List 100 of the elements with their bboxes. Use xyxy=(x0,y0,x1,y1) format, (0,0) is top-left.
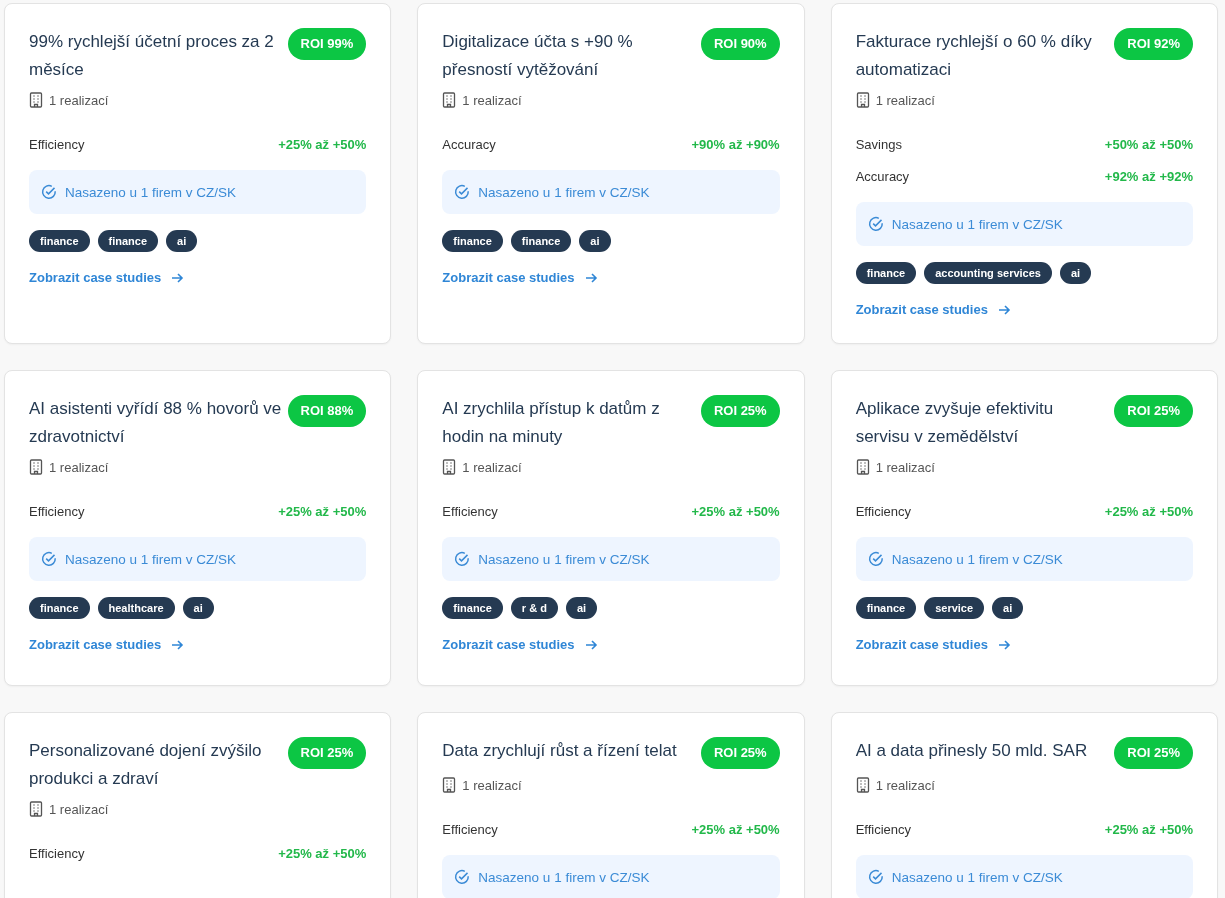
tag: finance xyxy=(442,597,503,619)
roi-badge: ROI 90% xyxy=(700,28,780,60)
card-title: Data zrychlují růst a řízení telat xyxy=(442,740,677,762)
case-studies-link[interactable]: Zobrazit case studies xyxy=(29,637,185,652)
building-icon xyxy=(855,92,870,108)
building-icon xyxy=(442,777,457,793)
metric-value: +25% až +50% xyxy=(278,136,367,154)
roi-badge: ROI 25% xyxy=(287,737,367,769)
arrow-right-icon xyxy=(584,638,598,651)
deployment-text: Nasazeno u 1 firem v CZ/SK xyxy=(478,551,650,567)
implementation-count: 1 realizací xyxy=(875,777,935,793)
check-circle-icon xyxy=(867,869,884,885)
arrow-right-icon xyxy=(584,271,598,284)
implementation-count: 1 realizací xyxy=(875,92,935,108)
tag: ai xyxy=(1059,262,1092,284)
metric-value: +25% až +50% xyxy=(1104,503,1193,521)
arrow-right-icon xyxy=(171,638,185,651)
card-title: Personalizované dojení zvýšilo produkci a zdraví xyxy=(29,740,263,790)
metric-label: Efficiency xyxy=(855,503,912,521)
implementation-count: 1 realizací xyxy=(462,92,522,108)
check-circle-icon xyxy=(867,216,884,232)
building-icon xyxy=(29,92,43,108)
metric-label: Savings xyxy=(855,136,902,154)
tag: ai xyxy=(166,230,198,252)
metric-label: Efficiency xyxy=(855,821,912,839)
implementation-count: 1 realizací xyxy=(462,459,522,475)
case-studies-link[interactable]: Zobrazit case studies xyxy=(442,270,598,285)
card-title: AI a data přinesly 50 mld. SAR xyxy=(855,740,1088,762)
deployment-text: Nasazeno u 1 firem v CZ/SK xyxy=(478,869,650,885)
roi-badge: ROI 92% xyxy=(1114,28,1193,60)
card-title: AI zrychlila přístup k datům z hodin na minuty xyxy=(442,398,661,448)
tag: finance xyxy=(97,230,159,252)
card-title: AI asistenti vyřídí 88 % hovorů ve zdravotnictví xyxy=(29,398,283,448)
metric-value: +25% až +50% xyxy=(278,503,367,521)
roi-badge: ROI 25% xyxy=(700,395,780,427)
metric-value: +92% až +92% xyxy=(1104,168,1193,186)
check-circle-icon xyxy=(41,184,57,200)
metric-value: +25% až +50% xyxy=(278,845,367,863)
tag: healthcare xyxy=(97,597,175,619)
tag: accounting services xyxy=(924,262,1052,284)
deployment-text: Nasazeno u 1 firem v CZ/SK xyxy=(478,184,650,200)
tag: ai xyxy=(579,230,611,252)
metric-value: +90% až +90% xyxy=(691,136,780,154)
metric-label: Efficiency xyxy=(29,503,85,521)
check-circle-icon xyxy=(41,551,57,567)
building-icon xyxy=(29,801,43,817)
deployment-text: Nasazeno u 1 firem v CZ/SK xyxy=(65,184,237,200)
check-circle-icon xyxy=(454,551,471,567)
tag: finance xyxy=(29,597,90,619)
implementation-count: 1 realizací xyxy=(49,801,109,817)
metric-label: Efficiency xyxy=(29,845,85,863)
metric-value: +25% až +50% xyxy=(691,821,780,839)
metric-label: Accuracy xyxy=(442,136,496,154)
case-studies-link[interactable]: Zobrazit case studies xyxy=(29,270,185,285)
tag: service xyxy=(924,597,985,619)
roi-badge: ROI 25% xyxy=(700,737,780,769)
check-circle-icon xyxy=(454,869,471,885)
metric-value: +50% až +50% xyxy=(1104,136,1193,154)
deployment-text: Nasazeno u 1 firem v CZ/SK xyxy=(891,869,1063,885)
arrow-right-icon xyxy=(997,303,1011,316)
check-circle-icon xyxy=(454,184,471,200)
case-studies-link[interactable]: Zobrazit case studies xyxy=(442,637,598,652)
roi-badge: ROI 25% xyxy=(1114,395,1193,427)
tag: ai xyxy=(992,597,1024,619)
metric-label: Efficiency xyxy=(29,136,85,154)
metric-value: +25% až +50% xyxy=(1104,821,1193,839)
tag: r & d xyxy=(510,597,558,619)
check-circle-icon xyxy=(867,551,884,567)
roi-badge: ROI 99% xyxy=(287,28,367,60)
deployment-text: Nasazeno u 1 firem v CZ/SK xyxy=(891,216,1063,232)
building-icon xyxy=(442,459,457,475)
tag: ai xyxy=(565,597,598,619)
card-title: 99% rychlejší účetní proces za 2 měsíce xyxy=(29,31,275,81)
roi-badge: ROI 25% xyxy=(1114,737,1193,769)
implementation-count: 1 realizací xyxy=(49,92,109,108)
tag: finance xyxy=(442,230,503,252)
arrow-right-icon xyxy=(997,638,1011,651)
metric-label: Efficiency xyxy=(442,503,498,521)
card-title: Fakturace rychlejší o 60 % díky automatizaci xyxy=(855,31,1093,81)
tag: finance xyxy=(29,230,90,252)
tag: finance xyxy=(510,230,572,252)
building-icon xyxy=(29,459,43,475)
implementation-count: 1 realizací xyxy=(875,459,935,475)
card-title: Digitalizace účta s +90 % přesností vytěžování xyxy=(442,31,634,81)
case-studies-link[interactable]: Zobrazit case studies xyxy=(855,302,1011,317)
roi-badge: ROI 88% xyxy=(287,395,367,427)
case-studies-link[interactable]: Zobrazit case studies xyxy=(855,637,1011,652)
building-icon xyxy=(442,92,457,108)
building-icon xyxy=(855,459,870,475)
implementation-count: 1 realizací xyxy=(49,459,109,475)
tag: ai xyxy=(182,597,214,619)
tag: finance xyxy=(855,597,917,619)
tag: finance xyxy=(855,262,917,284)
deployment-text: Nasazeno u 1 firem v CZ/SK xyxy=(891,551,1063,567)
card-title: Aplikace zvyšuje efektivitu servisu v zemědělství xyxy=(855,398,1055,448)
metric-label: Accuracy xyxy=(855,168,910,186)
metric-value: +25% až +50% xyxy=(691,503,780,521)
deployment-text: Nasazeno u 1 firem v CZ/SK xyxy=(65,551,237,567)
building-icon xyxy=(855,777,870,793)
metric-label: Efficiency xyxy=(442,821,498,839)
